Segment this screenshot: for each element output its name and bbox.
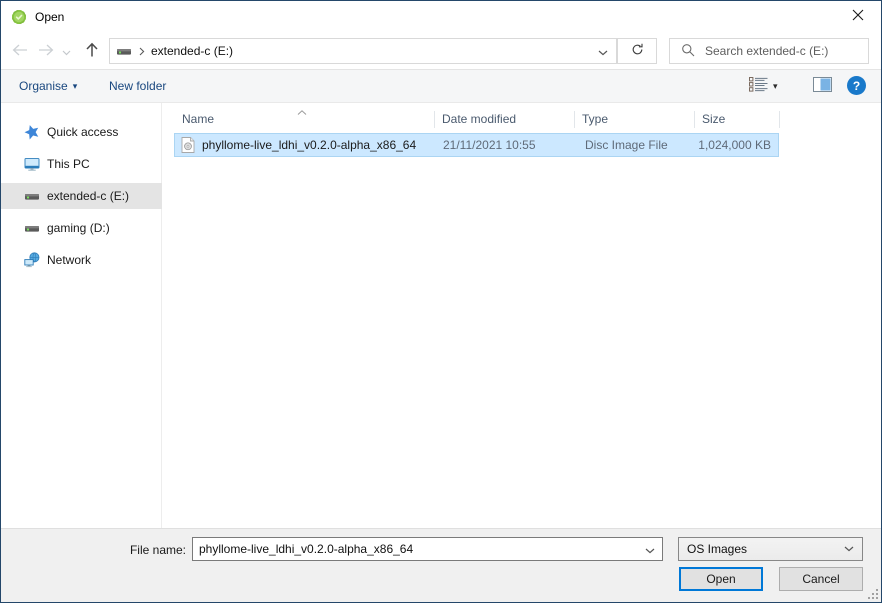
column-header-label: Date modified bbox=[442, 112, 516, 126]
dropdown-caret-icon: ▾ bbox=[73, 82, 78, 91]
app-icon bbox=[10, 8, 28, 26]
file-name-dropdown-button[interactable] bbox=[638, 538, 662, 560]
monitor-icon bbox=[24, 156, 40, 172]
chevron-down-icon bbox=[62, 44, 71, 59]
drive-icon bbox=[116, 43, 132, 59]
file-name-label: File name: bbox=[61, 543, 186, 557]
open-button-label: Open bbox=[706, 572, 735, 586]
organise-button[interactable]: Organise ▾ bbox=[11, 70, 85, 102]
open-file-dialog: Open bbox=[0, 0, 882, 603]
sidebar-item-this-pc[interactable]: This PC bbox=[1, 151, 162, 177]
sidebar-item-label: extended-c (E:) bbox=[47, 189, 129, 203]
address-dropdown-button[interactable] bbox=[590, 39, 616, 63]
change-view-button[interactable]: ▾ bbox=[749, 76, 793, 96]
chevron-down-icon bbox=[598, 44, 608, 59]
file-row-selected[interactable]: phyllome-live_ldhi_v0.2.0-alpha_x86_64 2… bbox=[174, 133, 779, 157]
file-list: Name Date modified Type Size bbox=[162, 103, 881, 528]
column-header-label: Type bbox=[582, 112, 608, 126]
help-icon: ? bbox=[853, 79, 860, 93]
file-type-cell: Disc Image File bbox=[585, 138, 668, 152]
refresh-icon bbox=[630, 42, 645, 60]
search-input[interactable] bbox=[703, 43, 868, 59]
sidebar-item-label: Quick access bbox=[47, 125, 118, 139]
hard-drive-icon bbox=[24, 188, 40, 204]
breadcrumb-location[interactable]: extended-c (E:) bbox=[151, 44, 233, 58]
sidebar-item-extended-c[interactable]: extended-c (E:) bbox=[1, 183, 162, 209]
file-name-combobox bbox=[192, 537, 663, 561]
up-arrow-icon bbox=[85, 42, 99, 61]
new-folder-button[interactable]: New folder bbox=[101, 70, 174, 102]
forward-arrow-icon bbox=[38, 43, 55, 60]
address-bar[interactable]: extended-c (E:) bbox=[109, 38, 617, 64]
resize-grip[interactable] bbox=[868, 589, 879, 600]
titlebar: Open bbox=[1, 1, 881, 33]
file-type-value: OS Images bbox=[687, 542, 747, 556]
sidebar-item-label: gaming (D:) bbox=[47, 221, 110, 235]
file-size-cell: 1,024,000 KB bbox=[698, 138, 771, 152]
preview-pane-button[interactable] bbox=[809, 76, 835, 96]
chevron-down-icon bbox=[844, 546, 854, 552]
back-arrow-icon bbox=[11, 43, 28, 60]
sidebar-item-gaming-d[interactable]: gaming (D:) bbox=[1, 215, 162, 241]
column-header-label: Size bbox=[702, 112, 725, 126]
close-button[interactable] bbox=[835, 1, 881, 31]
network-icon bbox=[24, 252, 40, 268]
cancel-button-label: Cancel bbox=[802, 572, 839, 586]
breadcrumb-chevron-icon bbox=[139, 47, 145, 56]
command-toolbar: Organise ▾ New folder bbox=[1, 69, 881, 103]
search-box bbox=[669, 38, 869, 64]
organise-label: Organise bbox=[19, 79, 68, 93]
column-header-date-modified[interactable]: Date modified bbox=[434, 106, 574, 131]
toolbar-right-group: ▾ ? bbox=[741, 70, 881, 102]
sidebar-item-label: This PC bbox=[47, 157, 90, 171]
quick-access-star-icon bbox=[24, 124, 40, 140]
recent-locations-button[interactable] bbox=[59, 42, 73, 60]
help-button[interactable]: ? bbox=[847, 76, 866, 95]
file-name-input[interactable] bbox=[193, 542, 638, 556]
new-folder-label: New folder bbox=[109, 79, 166, 93]
file-type-select[interactable]: OS Images bbox=[678, 537, 863, 561]
sidebar: Quick access This PC bbox=[1, 103, 162, 528]
sidebar-item-network[interactable]: Network bbox=[1, 247, 162, 273]
dropdown-caret-icon: ▾ bbox=[773, 82, 778, 91]
column-header-type[interactable]: Type bbox=[574, 106, 694, 131]
navigation-bar: extended-c (E:) bbox=[1, 33, 881, 69]
disc-image-file-icon bbox=[181, 137, 195, 153]
back-button[interactable] bbox=[8, 42, 30, 60]
window-title: Open bbox=[35, 10, 64, 24]
chevron-down-icon bbox=[645, 542, 655, 557]
details-view-icon bbox=[749, 77, 768, 95]
dialog-footer: File name: OS Images Open Cancel bbox=[1, 528, 881, 602]
refresh-button[interactable] bbox=[617, 38, 657, 64]
main-area: Quick access This PC bbox=[1, 103, 881, 528]
open-button[interactable]: Open bbox=[679, 567, 763, 591]
preview-pane-icon bbox=[813, 77, 832, 95]
column-header-label: Name bbox=[182, 112, 214, 126]
search-icon bbox=[670, 43, 703, 60]
column-divider[interactable] bbox=[779, 111, 780, 128]
file-date-cell: 21/11/2021 10:55 bbox=[443, 138, 536, 152]
column-header-size[interactable]: Size bbox=[694, 106, 779, 131]
cancel-button[interactable]: Cancel bbox=[779, 567, 863, 591]
file-name-cell: phyllome-live_ldhi_v0.2.0-alpha_x86_64 bbox=[202, 138, 416, 152]
forward-button[interactable] bbox=[35, 42, 57, 60]
close-icon bbox=[852, 9, 864, 24]
column-header-name[interactable]: Name bbox=[174, 106, 434, 131]
sidebar-item-label: Network bbox=[47, 253, 91, 267]
sidebar-item-quick-access[interactable]: Quick access bbox=[1, 119, 162, 145]
up-button[interactable] bbox=[81, 42, 103, 60]
hard-drive-icon bbox=[24, 220, 40, 236]
